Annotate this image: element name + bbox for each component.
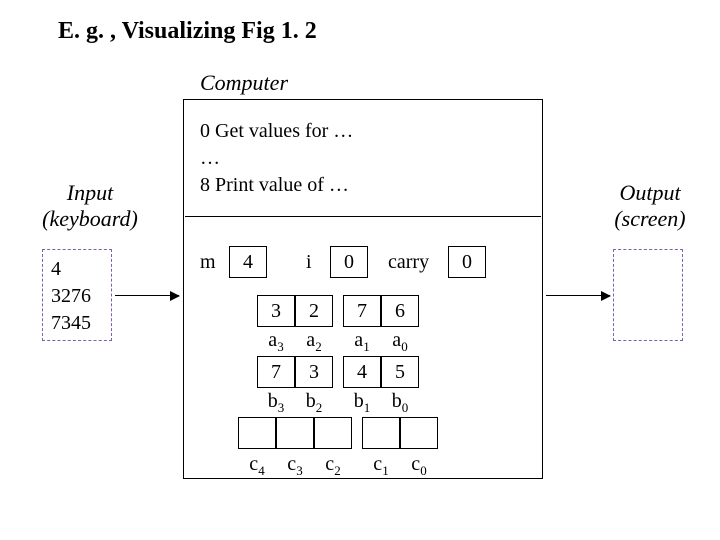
- i-label: i: [306, 251, 312, 274]
- input-label-2: (keyboard): [42, 206, 138, 231]
- b-cell-0: 5: [381, 356, 419, 388]
- input-value-0: 4: [51, 256, 103, 283]
- c-cell-3: [276, 417, 314, 449]
- b-label-1: b1: [343, 390, 381, 416]
- a-label-1: a1: [343, 329, 381, 355]
- c-label-2: c2: [314, 453, 352, 479]
- b-label-2: b2: [295, 390, 333, 416]
- carry-label: carry: [388, 251, 429, 274]
- m-cell: 4: [229, 246, 267, 278]
- b-cell-2: 3: [295, 356, 333, 388]
- page-title: E. g. , Visualizing Fig 1. 2: [58, 18, 317, 45]
- a-cell-0: 6: [381, 295, 419, 327]
- a-label-3: a3: [257, 329, 295, 355]
- c-cell-4: [238, 417, 276, 449]
- i-cell: 0: [330, 246, 368, 278]
- input-label-1: Input: [67, 180, 113, 205]
- program-line-1: …: [200, 145, 353, 172]
- program-listing: 0 Get values for … … 8 Print value of …: [200, 118, 353, 199]
- output-label: Output (screen): [590, 180, 710, 233]
- input-value-2: 7345: [51, 310, 103, 337]
- m-label: m: [200, 251, 216, 274]
- input-label: Input (keyboard): [30, 180, 150, 233]
- a-cell-3: 3: [257, 295, 295, 327]
- carry-cell: 0: [448, 246, 486, 278]
- c-label-1: c1: [362, 453, 400, 479]
- output-label-1: Output: [619, 180, 680, 205]
- a-cell-1: 7: [343, 295, 381, 327]
- b-label-0: b0: [381, 390, 419, 416]
- a-label-2: a2: [295, 329, 333, 355]
- arrow-input: [115, 295, 179, 296]
- b-label-3: b3: [257, 390, 295, 416]
- a-cell-2: 2: [295, 295, 333, 327]
- computer-label: Computer: [200, 70, 288, 96]
- c-cell-0: [400, 417, 438, 449]
- input-value-1: 3276: [51, 283, 103, 310]
- output-label-2: (screen): [614, 206, 685, 231]
- program-divider: [185, 216, 541, 217]
- b-cell-1: 4: [343, 356, 381, 388]
- c-cell-1: [362, 417, 400, 449]
- c-cell-2: [314, 417, 352, 449]
- c-label-3: c3: [276, 453, 314, 479]
- arrow-output: [546, 295, 610, 296]
- input-box: 4 3276 7345: [42, 249, 112, 341]
- program-line-0: 0 Get values for …: [200, 118, 353, 145]
- c-label-0: c0: [400, 453, 438, 479]
- program-line-2: 8 Print value of …: [200, 172, 353, 199]
- b-cell-3: 7: [257, 356, 295, 388]
- c-label-4: c4: [238, 453, 276, 479]
- output-box: [613, 249, 683, 341]
- a-label-0: a0: [381, 329, 419, 355]
